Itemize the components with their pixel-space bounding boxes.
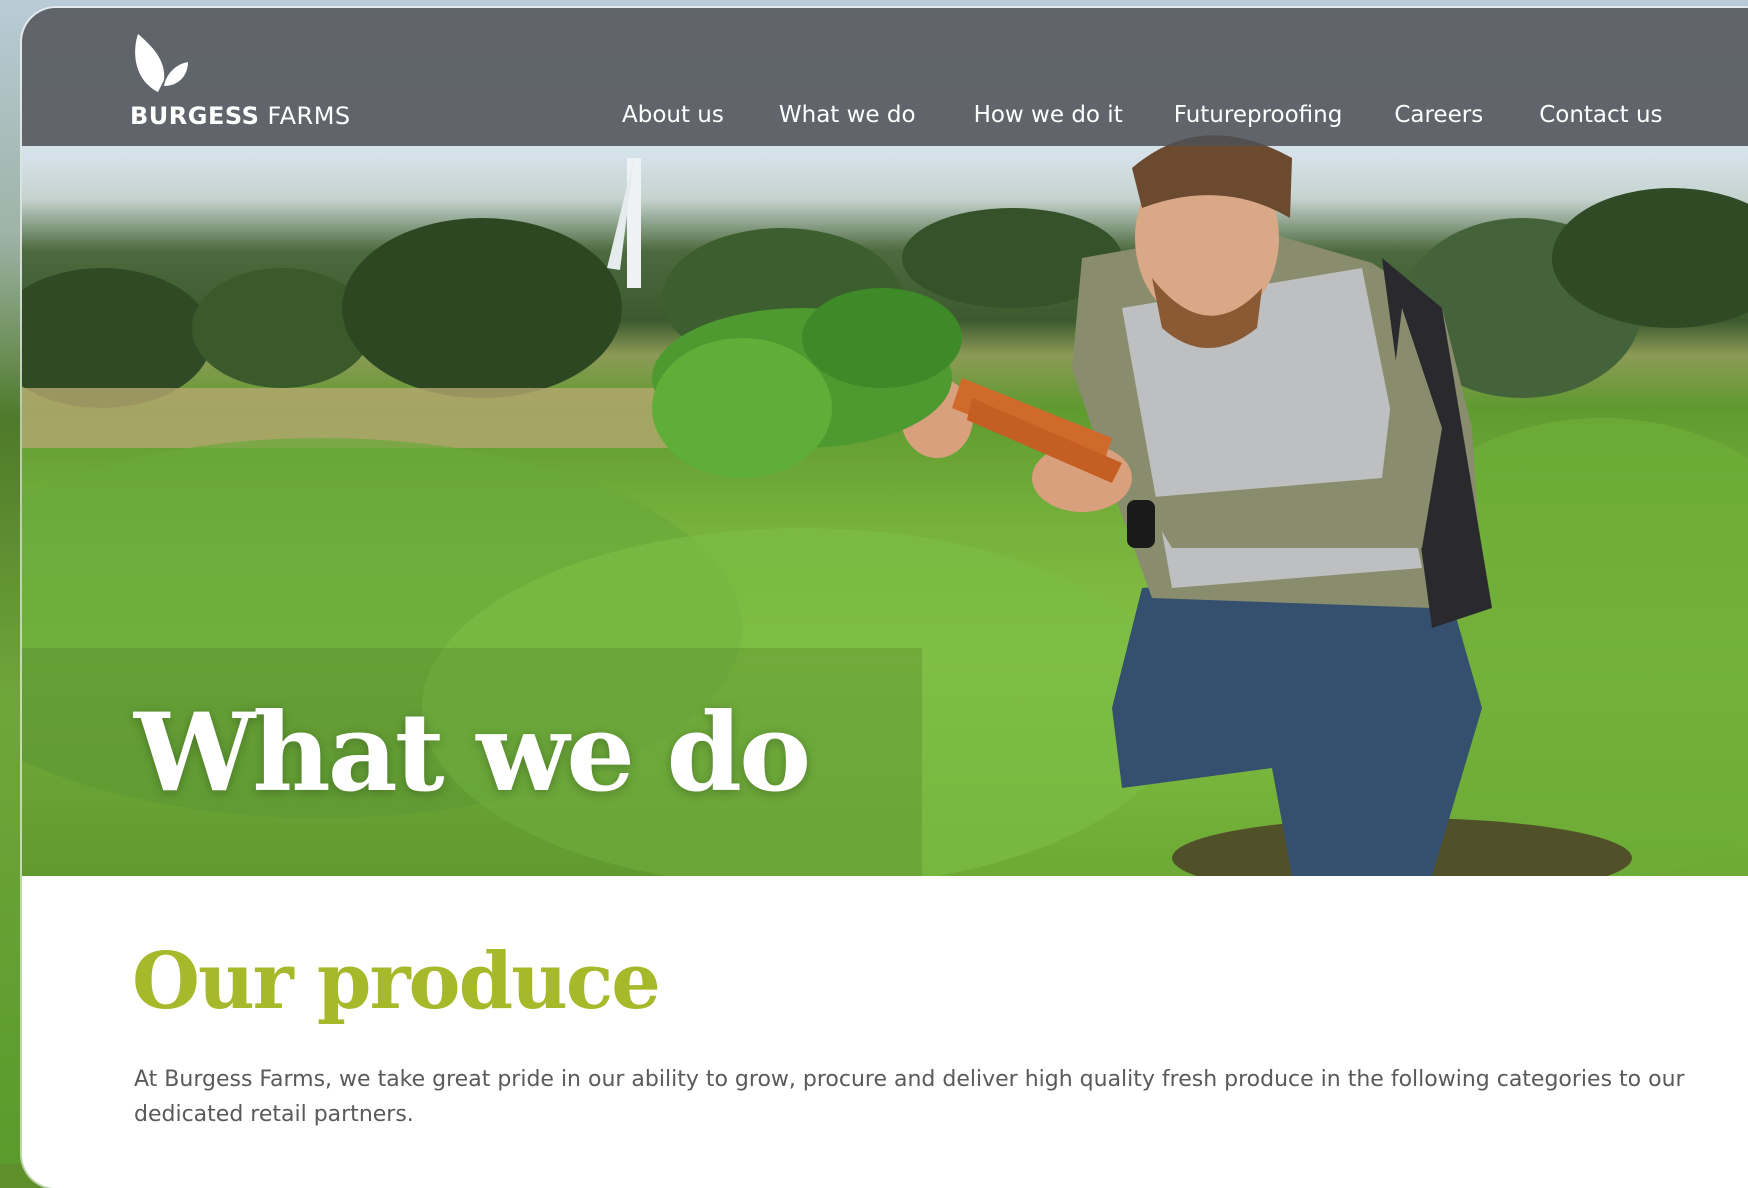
produce-section: Our produce At Burgess Farms, we take gr… xyxy=(22,876,1748,1188)
leaf-logo-icon xyxy=(135,34,188,92)
brand-name-light: FARMS xyxy=(267,102,351,130)
hero-section: BURGESS FARMS About us What we do How we… xyxy=(22,8,1748,876)
brand-name-bold: BURGESS xyxy=(130,102,260,130)
nav-item-about-us[interactable]: About us xyxy=(622,102,724,128)
brand-wordmark: BURGESS FARMS xyxy=(130,102,351,130)
section-description: At Burgess Farms, we take great pride in… xyxy=(134,1067,1685,1127)
top-navigation-bar: BURGESS FARMS About us What we do How we… xyxy=(22,8,1748,146)
nav-item-careers[interactable]: Careers xyxy=(1394,102,1483,128)
section-title: Our produce xyxy=(132,936,661,1027)
nav-item-how-we-do-it[interactable]: How we do it xyxy=(974,102,1123,128)
nav-item-what-we-do[interactable]: What we do xyxy=(779,102,916,128)
nav-item-contact-us[interactable]: Contact us xyxy=(1539,102,1662,128)
nav-item-futureproofing[interactable]: Futureproofing xyxy=(1174,102,1343,128)
page-card: BURGESS FARMS About us What we do How we… xyxy=(22,8,1748,1188)
brand-logo[interactable]: BURGESS FARMS xyxy=(130,30,350,140)
hero-title: What we do xyxy=(134,690,811,816)
main-menu: About us What we do How we do it Futurep… xyxy=(602,102,1663,128)
